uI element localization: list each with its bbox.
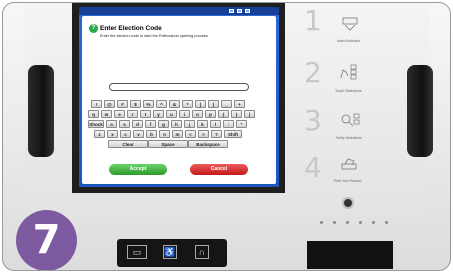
print-record-icon bbox=[341, 158, 357, 170]
keyboard-key[interactable]: & bbox=[169, 100, 180, 108]
keyboard-key[interactable]: } bbox=[231, 110, 242, 118]
indicator-dot bbox=[359, 221, 362, 224]
election-code-dialog: ? Enter Election Code Enter the election… bbox=[82, 16, 276, 184]
dialog-message: Enter the election code to start the Pol… bbox=[100, 34, 209, 38]
keyboard-key[interactable]: w bbox=[101, 110, 112, 118]
keyboard-key[interactable]: g bbox=[158, 120, 169, 128]
keyboard-key[interactable]: f bbox=[145, 120, 156, 128]
keyboard-key[interactable]: k bbox=[197, 120, 208, 128]
step-label: Insert Activator bbox=[337, 39, 361, 43]
touch-screen: ? Enter Election Code Enter the election… bbox=[79, 7, 279, 187]
headphones-icon: ∩ bbox=[195, 245, 209, 259]
indicator-dot bbox=[320, 221, 323, 224]
keyboard-key[interactable]: | bbox=[244, 110, 255, 118]
key-backspace[interactable]: Backspace bbox=[188, 140, 228, 148]
touch-hand-icon bbox=[340, 64, 357, 80]
keyboard-key[interactable]: ) bbox=[208, 100, 219, 108]
keyboard-key[interactable]: " bbox=[236, 120, 247, 128]
keyboard-key[interactable]: < bbox=[185, 130, 196, 138]
dialog-title: Enter Election Code bbox=[100, 25, 162, 32]
keyboard-key[interactable]: o bbox=[192, 110, 203, 118]
election-code-input[interactable] bbox=[109, 83, 249, 91]
keyboard-key[interactable]: i bbox=[179, 110, 190, 118]
step-number: 1 bbox=[304, 4, 322, 37]
indicator-dots bbox=[320, 221, 395, 227]
keyboard-key[interactable]: _ bbox=[221, 100, 232, 108]
keyboard-key[interactable]: @ bbox=[104, 100, 115, 108]
key-clear[interactable]: Clear bbox=[108, 140, 148, 148]
keyboard-key[interactable]: t bbox=[140, 110, 151, 118]
keyboard-key[interactable]: e bbox=[114, 110, 125, 118]
ballot-slot bbox=[307, 241, 393, 269]
keyboard-key[interactable]: Shift bbox=[224, 130, 242, 138]
step-label: Touch Selections bbox=[335, 89, 362, 93]
keyboard-key[interactable]: # bbox=[117, 100, 128, 108]
indicator-dot bbox=[346, 221, 349, 224]
indicator-dot bbox=[333, 221, 336, 224]
window-icon bbox=[237, 9, 242, 13]
keyboard-key[interactable]: z bbox=[94, 130, 105, 138]
screen-topbar bbox=[79, 7, 279, 15]
keyboard-key[interactable]: b bbox=[146, 130, 157, 138]
cancel-button[interactable]: Cancel bbox=[190, 164, 248, 175]
step-number: 3 bbox=[304, 104, 322, 137]
step-label: Verify Selections bbox=[336, 136, 362, 140]
keyboard-key[interactable]: m bbox=[172, 130, 183, 138]
display-port-icon: ▭ bbox=[127, 245, 147, 259]
keyboard-key[interactable]: d bbox=[132, 120, 143, 128]
keyboard-key[interactable]: h bbox=[171, 120, 182, 128]
window-icon bbox=[245, 9, 250, 13]
step-number: 2 bbox=[304, 56, 322, 89]
indicator-dot bbox=[372, 221, 375, 224]
card-insert-icon bbox=[342, 17, 358, 31]
keyboard-key[interactable]: x bbox=[107, 130, 118, 138]
keyboard-key[interactable]: * bbox=[182, 100, 193, 108]
step-label: Print Your Record bbox=[334, 179, 362, 183]
keyboard-key[interactable]: Shock bbox=[88, 120, 104, 128]
keyboard-key[interactable]: p bbox=[205, 110, 216, 118]
left-handle bbox=[28, 65, 54, 157]
key-space[interactable]: Space bbox=[148, 140, 188, 148]
image-frame: ? Enter Election Code Enter the election… bbox=[2, 2, 451, 271]
keyboard-key[interactable]: ( bbox=[195, 100, 206, 108]
keyboard-key[interactable]: u bbox=[166, 110, 177, 118]
keyboard-key[interactable]: $ bbox=[130, 100, 141, 108]
keyboard-key[interactable]: a bbox=[106, 120, 117, 128]
wheelchair-icon: ♿ bbox=[163, 245, 177, 259]
keyboard-key[interactable]: c bbox=[120, 130, 131, 138]
indicator-dot bbox=[385, 221, 388, 224]
keyboard-key[interactable]: q bbox=[88, 110, 99, 118]
keyboard-key[interactable]: ! bbox=[91, 100, 102, 108]
keyboard-key[interactable]: y bbox=[153, 110, 164, 118]
keyboard-key[interactable]: v bbox=[133, 130, 144, 138]
instruction-steps-panel: 1 Insert Activator 2 Touch Selections 3 … bbox=[299, 4, 394, 184]
accessibility-ports: ▭ ♿ ∩ bbox=[117, 239, 227, 267]
keyboard-key[interactable]: n bbox=[159, 130, 170, 138]
headphone-jack[interactable] bbox=[342, 197, 354, 209]
step-badge: 7 bbox=[16, 210, 77, 270]
step-number: 4 bbox=[304, 151, 322, 184]
keyboard-key[interactable]: r bbox=[127, 110, 138, 118]
keyboard-key[interactable]: > bbox=[198, 130, 209, 138]
keyboard-key[interactable]: : bbox=[223, 120, 234, 128]
window-icon bbox=[229, 9, 234, 13]
keyboard-key[interactable]: j bbox=[184, 120, 195, 128]
keyboard-key[interactable]: s bbox=[119, 120, 130, 128]
magnifier-icon bbox=[341, 113, 360, 127]
accept-button[interactable]: Accept bbox=[109, 164, 167, 175]
keyboard-key[interactable]: + bbox=[234, 100, 245, 108]
keyboard-key[interactable]: { bbox=[218, 110, 229, 118]
keyboard-key[interactable]: ? bbox=[211, 130, 222, 138]
info-icon: ? bbox=[89, 24, 98, 33]
keyboard-key[interactable]: ^ bbox=[156, 100, 167, 108]
right-handle bbox=[407, 65, 433, 157]
keyboard-key[interactable]: l bbox=[210, 120, 221, 128]
keyboard-key[interactable]: % bbox=[143, 100, 154, 108]
